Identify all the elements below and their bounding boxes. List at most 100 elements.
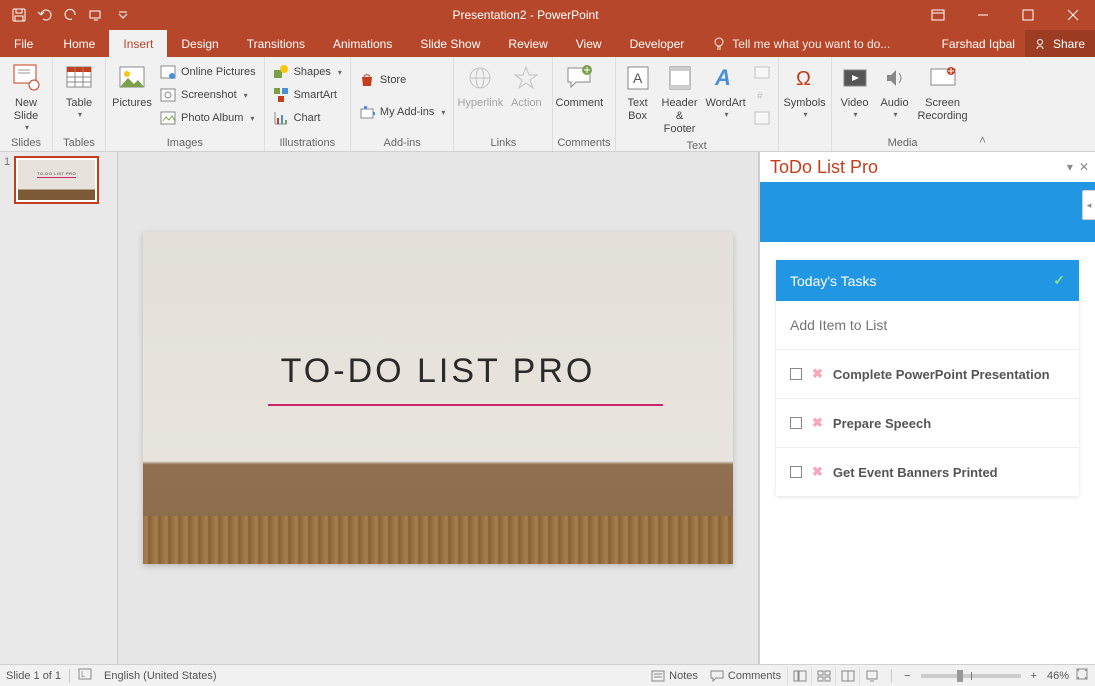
slide-title[interactable]: TO-DO LIST PRO bbox=[143, 352, 733, 391]
table-button[interactable]: Table▾ bbox=[57, 59, 101, 122]
hyperlink-icon bbox=[467, 61, 493, 95]
chevron-down-icon: ▾ bbox=[894, 110, 898, 120]
audio-button[interactable]: Audio▾ bbox=[876, 59, 914, 122]
slide-number-button[interactable]: # bbox=[750, 84, 774, 106]
slide-editor[interactable]: TO-DO LIST PRO bbox=[118, 152, 759, 664]
todo-delete-button[interactable]: ✖ bbox=[812, 366, 823, 382]
pictures-button[interactable]: Pictures bbox=[110, 59, 154, 112]
redo-button[interactable] bbox=[58, 2, 84, 28]
taskpane-menu-button[interactable]: ▾ bbox=[1067, 160, 1073, 174]
hyperlink-button[interactable]: Hyperlink bbox=[458, 59, 502, 112]
todo-checkbox[interactable] bbox=[790, 417, 802, 429]
taskpane-collapse-button[interactable]: ◂ bbox=[1082, 190, 1095, 220]
qat-customize-button[interactable] bbox=[110, 2, 136, 28]
chevron-down-icon: ▾ bbox=[250, 114, 254, 123]
todo-delete-button[interactable]: ✖ bbox=[812, 415, 823, 431]
chart-button[interactable]: Chart bbox=[269, 107, 346, 129]
share-button[interactable]: Share bbox=[1025, 30, 1095, 57]
taskpane-title: ToDo List Pro bbox=[770, 157, 1067, 178]
todo-item: ✖ Complete PowerPoint Presentation bbox=[776, 350, 1079, 399]
tab-animations[interactable]: Animations bbox=[319, 30, 406, 57]
object-icon bbox=[754, 110, 770, 126]
ribbon-insert: New Slide▾ Slides Table▾ Tables Pictures… bbox=[0, 57, 1095, 152]
new-slide-button[interactable]: New Slide▾ bbox=[4, 59, 48, 135]
chart-icon bbox=[273, 110, 289, 126]
todo-checkbox[interactable] bbox=[790, 368, 802, 380]
online-pictures-button[interactable]: Online Pictures bbox=[156, 61, 260, 83]
smartart-button[interactable]: SmartArt bbox=[269, 84, 346, 106]
chevron-down-icon: ▾ bbox=[244, 91, 248, 100]
window-controls bbox=[915, 0, 1095, 30]
zoom-out-button[interactable]: − bbox=[900, 670, 914, 682]
todo-delete-button[interactable]: ✖ bbox=[812, 464, 823, 480]
reading-view-button[interactable] bbox=[835, 667, 859, 685]
tab-review[interactable]: Review bbox=[494, 30, 561, 57]
thumbnail-panel[interactable]: 1 TO-DO LIST PRO bbox=[0, 152, 118, 664]
audio-icon bbox=[882, 61, 908, 95]
object-button[interactable] bbox=[750, 107, 774, 129]
save-button[interactable] bbox=[6, 2, 32, 28]
text-box-button[interactable]: A Text Box bbox=[620, 59, 656, 125]
tab-design[interactable]: Design bbox=[167, 30, 232, 57]
screenshot-button[interactable]: Screenshot▾ bbox=[156, 84, 260, 106]
card-title: Today's Tasks bbox=[790, 273, 876, 289]
comment-button[interactable]: Comment bbox=[557, 59, 601, 112]
screen-recording-button[interactable]: Screen Recording bbox=[916, 59, 970, 125]
tab-developer[interactable]: Developer bbox=[616, 30, 699, 57]
tab-file[interactable]: File bbox=[0, 30, 49, 57]
header-footer-button[interactable]: Header & Footer bbox=[658, 59, 702, 139]
start-from-beginning-button[interactable] bbox=[84, 2, 110, 28]
chevron-down-icon: ▾ bbox=[725, 110, 729, 120]
wordart-button[interactable]: A WordArt▾ bbox=[704, 59, 748, 122]
slide-thumbnail-1[interactable]: 1 TO-DO LIST PRO bbox=[4, 156, 113, 204]
date-time-icon bbox=[754, 64, 770, 80]
tell-me-search[interactable]: Tell me what you want to do... bbox=[698, 30, 931, 57]
tab-insert[interactable]: Insert bbox=[109, 30, 167, 57]
spell-check-icon[interactable]: L bbox=[78, 667, 94, 684]
fit-to-window-button[interactable] bbox=[1075, 667, 1089, 684]
normal-view-button[interactable] bbox=[787, 667, 811, 685]
maximize-button[interactable] bbox=[1005, 0, 1050, 30]
shapes-button[interactable]: Shapes▾ bbox=[269, 61, 346, 83]
addins-icon bbox=[359, 104, 375, 120]
video-button[interactable]: Video▾ bbox=[836, 59, 874, 122]
zoom-in-button[interactable]: + bbox=[1027, 670, 1041, 682]
comments-button[interactable]: Comments bbox=[704, 670, 787, 682]
slide-indicator[interactable]: Slide 1 of 1 bbox=[6, 670, 61, 682]
add-item-input[interactable] bbox=[790, 317, 1065, 333]
close-button[interactable] bbox=[1050, 0, 1095, 30]
language-indicator[interactable]: English (United States) bbox=[104, 670, 217, 682]
user-name[interactable]: Farshad Iqbal bbox=[932, 30, 1025, 57]
slide-canvas[interactable]: TO-DO LIST PRO bbox=[143, 232, 733, 564]
date-time-button[interactable] bbox=[750, 61, 774, 83]
chevron-down-icon: ▾ bbox=[78, 110, 82, 120]
collapse-ribbon-button[interactable]: ˄ bbox=[979, 133, 986, 147]
slide-sorter-button[interactable] bbox=[811, 667, 835, 685]
online-pictures-icon bbox=[160, 64, 176, 80]
action-icon bbox=[513, 61, 539, 95]
view-switcher bbox=[787, 667, 883, 685]
tab-slideshow[interactable]: Slide Show bbox=[406, 30, 494, 57]
check-icon[interactable]: ✓ bbox=[1053, 272, 1065, 289]
zoom-level[interactable]: 46% bbox=[1041, 670, 1075, 682]
my-addins-button[interactable]: My Add-ins▾ bbox=[355, 101, 449, 123]
tab-transitions[interactable]: Transitions bbox=[233, 30, 319, 57]
window-title: Presentation2 - PowerPoint bbox=[136, 8, 915, 22]
tab-view[interactable]: View bbox=[562, 30, 616, 57]
lightbulb-icon bbox=[712, 37, 726, 51]
screen-recording-icon bbox=[929, 61, 957, 95]
action-button[interactable]: Action bbox=[504, 59, 548, 112]
symbols-button[interactable]: Ω Symbols▾ bbox=[783, 59, 827, 122]
photo-album-button[interactable]: Photo Album▾ bbox=[156, 107, 260, 129]
slideshow-view-button[interactable] bbox=[859, 667, 883, 685]
minimize-button[interactable] bbox=[960, 0, 1005, 30]
taskpane-close-button[interactable]: ✕ bbox=[1079, 160, 1089, 174]
zoom-slider[interactable] bbox=[921, 674, 1021, 678]
ribbon-display-options-button[interactable] bbox=[915, 0, 960, 30]
undo-button[interactable] bbox=[32, 2, 58, 28]
notes-button[interactable]: Notes bbox=[645, 670, 704, 682]
notes-icon bbox=[651, 670, 665, 682]
tab-home[interactable]: Home bbox=[49, 30, 109, 57]
todo-checkbox[interactable] bbox=[790, 466, 802, 478]
store-button[interactable]: Store bbox=[355, 69, 449, 91]
